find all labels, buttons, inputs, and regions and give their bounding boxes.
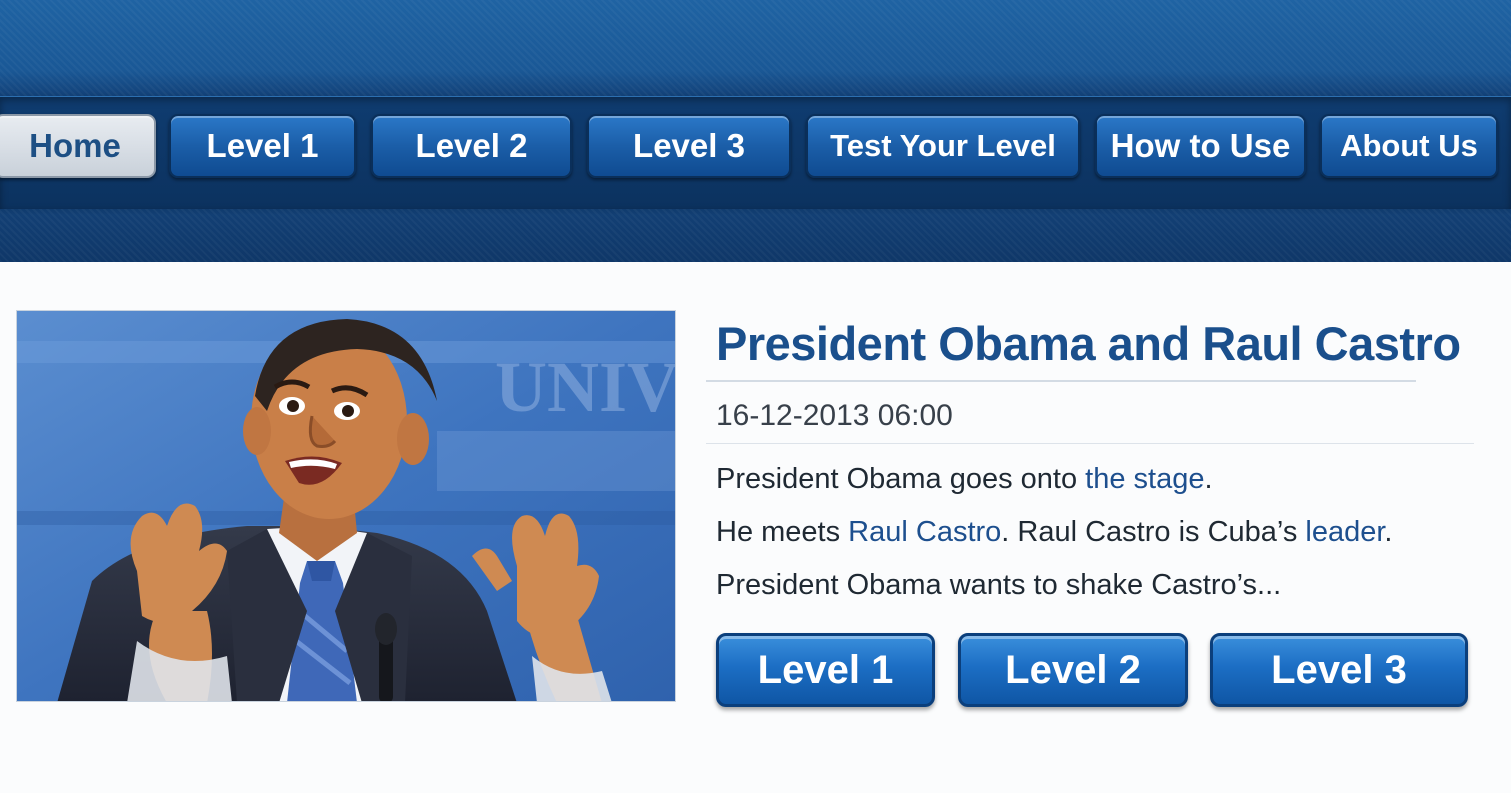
level-2-button[interactable]: Level 2 <box>958 633 1188 707</box>
article-line-1: President Obama goes onto the stage. <box>716 463 1213 496</box>
article-title[interactable]: President Obama and Raul Castro <box>716 316 1461 371</box>
nav-how-to-use[interactable]: How to Use <box>1095 114 1306 178</box>
line-text: President Obama wants to shake Castro’s.… <box>716 569 1282 601</box>
vocab-link-raul-castro[interactable]: Raul Castro <box>848 516 1001 548</box>
date-divider <box>706 443 1474 444</box>
line-text: He meets <box>716 516 849 548</box>
nav-home[interactable]: Home <box>0 114 156 178</box>
vocab-link-leader[interactable]: leader <box>1305 516 1384 548</box>
title-divider <box>706 380 1416 382</box>
level-3-button[interactable]: Level 3 <box>1210 633 1468 707</box>
line-text: President Obama goes onto <box>716 463 1086 495</box>
article-line-2: He meets Raul Castro. Raul Castro is Cub… <box>716 516 1392 549</box>
line-text: . <box>1384 516 1393 548</box>
line-text: . <box>1204 463 1213 495</box>
level-1-button[interactable]: Level 1 <box>716 633 935 707</box>
nav-test-your-level[interactable]: Test Your Level <box>806 114 1080 178</box>
nav-about-us[interactable]: About Us <box>1320 114 1498 178</box>
nav-level-2[interactable]: Level 2 <box>371 114 572 178</box>
nav-level-3[interactable]: Level 3 <box>587 114 791 178</box>
nav-level-1[interactable]: Level 1 <box>169 114 356 178</box>
article-line-3: President Obama wants to shake Castro’s.… <box>716 569 1281 602</box>
backdrop-text: UNIV <box>495 347 676 427</box>
vocab-link-the-stage[interactable]: the stage <box>1085 463 1204 495</box>
line-text: . Raul Castro is Cuba’s <box>1001 516 1306 548</box>
article-date: 16-12-2013 06:00 <box>716 399 953 432</box>
article-image[interactable]: UNIV <box>16 310 676 702</box>
